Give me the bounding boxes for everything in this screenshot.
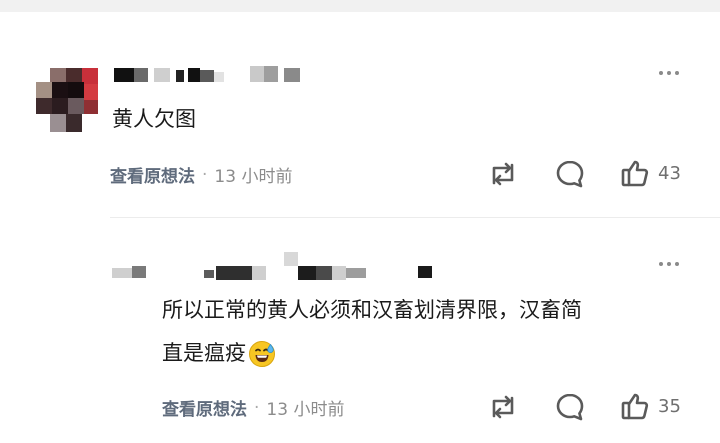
top-strip bbox=[0, 0, 720, 12]
thumbs-up-icon bbox=[621, 160, 649, 187]
repost-icon bbox=[492, 162, 514, 186]
like-button[interactable]: 43 bbox=[620, 158, 681, 188]
username-redacted[interactable] bbox=[114, 66, 300, 84]
chat-bubble-icon bbox=[556, 160, 584, 188]
timestamp: 13 小时前 bbox=[266, 400, 345, 420]
view-original-link[interactable]: 查看原想法 bbox=[162, 395, 247, 420]
view-original-link[interactable]: 查看原想法 bbox=[110, 162, 195, 187]
sweat-smile-icon bbox=[249, 341, 275, 367]
chat-bubble-icon bbox=[556, 393, 584, 421]
reply-text-line-2: 直是瘟疫 bbox=[162, 335, 276, 372]
repost-icon bbox=[492, 395, 514, 419]
like-button[interactable]: 35 bbox=[620, 391, 681, 421]
reply-username-redacted[interactable] bbox=[112, 252, 438, 282]
like-count: 43 bbox=[658, 162, 681, 184]
comment-text: 黄人欠图 bbox=[112, 107, 196, 131]
repost-button[interactable] bbox=[487, 160, 519, 188]
like-count: 35 bbox=[658, 395, 681, 417]
meta-separator: · bbox=[254, 397, 260, 418]
repost-button[interactable] bbox=[487, 393, 519, 421]
meta-separator: · bbox=[202, 164, 208, 185]
reply-text-line-2-content: 直是瘟疫 bbox=[162, 341, 246, 365]
comment-divider bbox=[110, 217, 720, 218]
more-options-icon[interactable] bbox=[659, 71, 679, 75]
reply-meta: 查看原想法 · 13 小时前 bbox=[162, 395, 345, 421]
thumbs-up-icon bbox=[621, 393, 649, 420]
more-options-icon[interactable] bbox=[659, 262, 679, 266]
reply-text-line-1: 所以正常的黄人必须和汉畜划清界限，汉畜简 bbox=[162, 298, 582, 322]
comment-button[interactable] bbox=[554, 158, 586, 190]
avatar[interactable] bbox=[36, 68, 100, 134]
comment-meta: 查看原想法 · 13 小时前 bbox=[110, 162, 293, 188]
timestamp: 13 小时前 bbox=[214, 167, 293, 187]
comment-button[interactable] bbox=[554, 391, 586, 423]
